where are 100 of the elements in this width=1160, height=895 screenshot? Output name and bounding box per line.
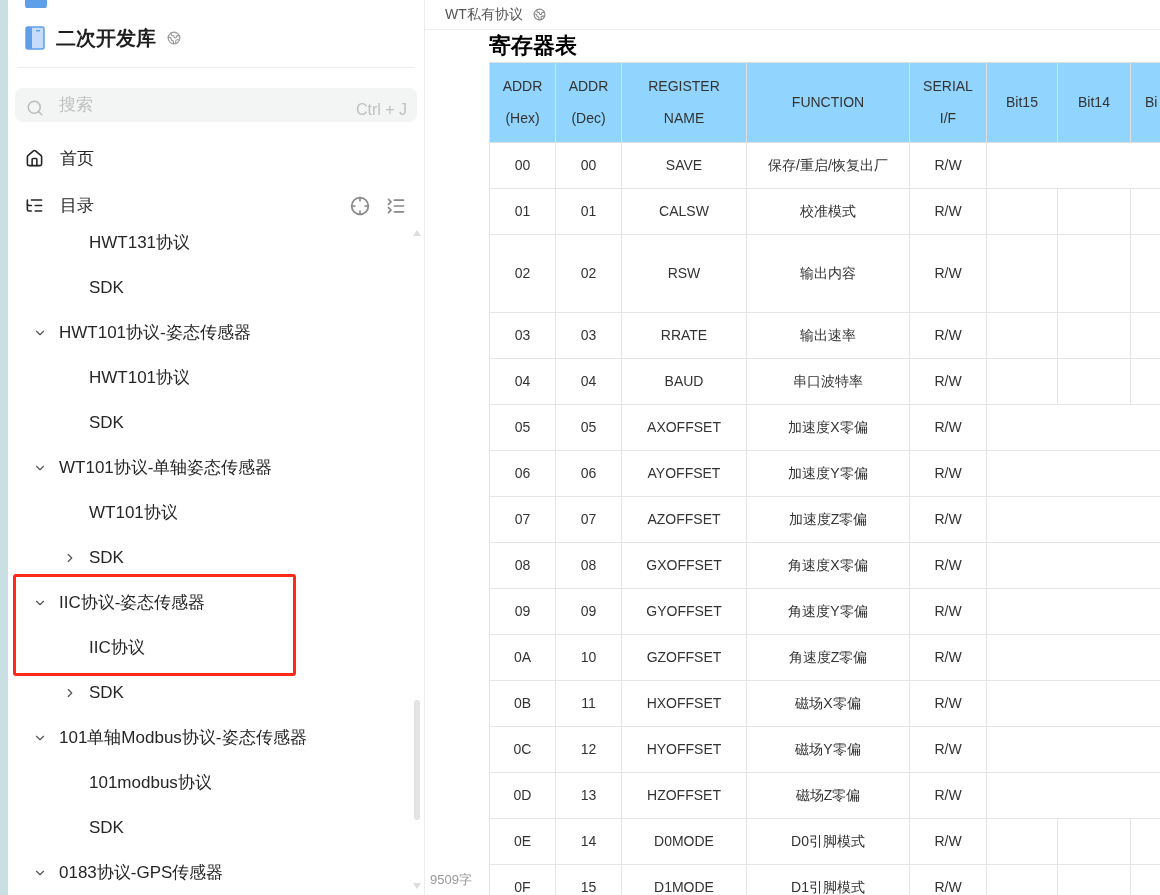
tree-item[interactable]: WT101协议-单轴姿态传感器 [59,454,273,481]
table-cell: BAUD [621,358,747,405]
table-cell: 输出内容 [746,234,910,313]
outline-icon [25,196,44,215]
tree-item[interactable]: SDK [89,679,124,706]
table-cell: 11 [555,680,622,727]
tree-item[interactable]: HWT101协议-姿态传感器 [59,319,251,346]
home-icon [25,149,44,168]
table-cell: HYOFFSET [621,726,747,773]
globe-icon [167,30,181,45]
table-cell: AYOFFSET [621,450,747,497]
table-cell: HZOFFSET [621,772,747,819]
table-cell: 串口波特率 [746,358,910,405]
table-cell: R/W [909,450,987,497]
table-cell: RSW [621,234,747,313]
tree-item[interactable]: SDK [89,274,124,301]
column-header: ADDR (Dec) [555,62,622,143]
table-cell: 00 [489,142,556,189]
tree-item[interactable]: 101单轴Modbus协议-姿态传感器 [59,724,307,751]
column-header: Bit14 [1057,62,1131,143]
table-cell: 加速度Z零偏 [746,496,910,543]
table-cell: 02 [555,234,622,313]
table-cell: 角速度Z零偏 [746,634,910,681]
tree-item[interactable]: IIC协议-姿态传感器 [59,589,206,616]
section-heading: 寄存器表 [489,35,577,58]
table-cell: 07 [555,496,622,543]
table-cell: R/W [909,496,987,543]
table-cell: 05 [489,404,556,451]
table-cell: R/W [909,818,987,865]
tree-item[interactable]: WT101协议 [89,499,178,526]
table-cell: 保存/重启/恢复出厂 [746,142,910,189]
table-cell: R/W [909,404,987,451]
table-cell: 05 [555,404,622,451]
nav-item[interactable]: 首页 [60,145,406,172]
table-cell: 角速度X零偏 [746,542,910,589]
table-cell: AXOFFSET [621,404,747,451]
scrollbar-thumb[interactable] [414,699,420,820]
table-cell: 13 [555,772,622,819]
nav-item[interactable]: 目录 [60,192,350,219]
collapse-list-icon[interactable] [386,195,406,216]
tree-item[interactable]: HWT131协议 [89,229,191,256]
table-cell: 12 [555,726,622,773]
table-cell: RRATE [621,312,747,359]
table-cell: 0D [489,772,556,819]
table-cell: AZOFFSET [621,496,747,543]
table-cell: 08 [555,542,622,589]
table-cell: 04 [555,358,622,405]
table-cell: 08 [489,542,556,589]
table-cell: 0C [489,726,556,773]
tree-item[interactable]: HWT101协议 [89,364,191,391]
column-header: Bit15 [986,62,1058,143]
table-cell: 0B [489,680,556,727]
table-cell: 03 [489,312,556,359]
table-cell: 09 [489,588,556,635]
table-cell: 加速度X零偏 [746,404,910,451]
table-cell: 09 [555,588,622,635]
search-icon [26,99,44,118]
table-cell: 00 [555,142,622,189]
table-cell: 校准模式 [746,188,910,235]
column-header: FUNCTION [746,62,910,143]
table-cell: HXOFFSET [621,680,747,727]
table-cell: 07 [489,496,556,543]
column-header: SERIAL I/F [909,62,987,143]
locate-icon[interactable] [350,195,370,216]
table-cell: 01 [555,188,622,235]
tree-item[interactable]: SDK [89,814,124,841]
tree-item[interactable]: SDK [89,544,124,571]
table-cell: R/W [909,772,987,819]
globe-icon [532,8,546,22]
table-cell: 加速度Y零偏 [746,450,910,497]
table-cell: CALSW [621,188,747,235]
table-cell: 角速度Y零偏 [746,588,910,635]
table-cell: 06 [489,450,556,497]
tree-item[interactable]: IIC协议 [89,634,145,661]
column-header: ADDR (Hex) [489,62,556,143]
table-cell: 03 [555,312,622,359]
book-icon [25,25,45,50]
table-cell: 0A [489,634,556,681]
table-cell: 01 [489,188,556,235]
table-cell: 0E [489,818,556,865]
breadcrumb[interactable]: WT私有协议 [445,4,523,26]
table-cell: R/W [909,358,987,405]
table-cell: R/W [909,542,987,589]
tree-item[interactable]: SDK [89,409,124,436]
table-cell: R/W [909,312,987,359]
table-cell: 磁场Z零偏 [746,772,910,819]
table-cell: R/W [909,726,987,773]
table-cell: D0引脚模式 [746,818,910,865]
tree-item[interactable]: 101modbus协议 [89,769,212,796]
table-cell: 输出速率 [746,312,910,359]
table-cell: R/W [909,188,987,235]
table-cell: R/W [909,680,987,727]
table-cell: 0F [489,864,556,895]
tree-item[interactable]: 0183协议-GPS传感器 [59,859,224,886]
table-cell: SAVE [621,142,747,189]
table-cell: R/W [909,234,987,313]
table-cell: 04 [489,358,556,405]
column-header: Bi [1130,62,1160,143]
column-header: REGISTER NAME [621,62,747,143]
table-cell: 06 [555,450,622,497]
